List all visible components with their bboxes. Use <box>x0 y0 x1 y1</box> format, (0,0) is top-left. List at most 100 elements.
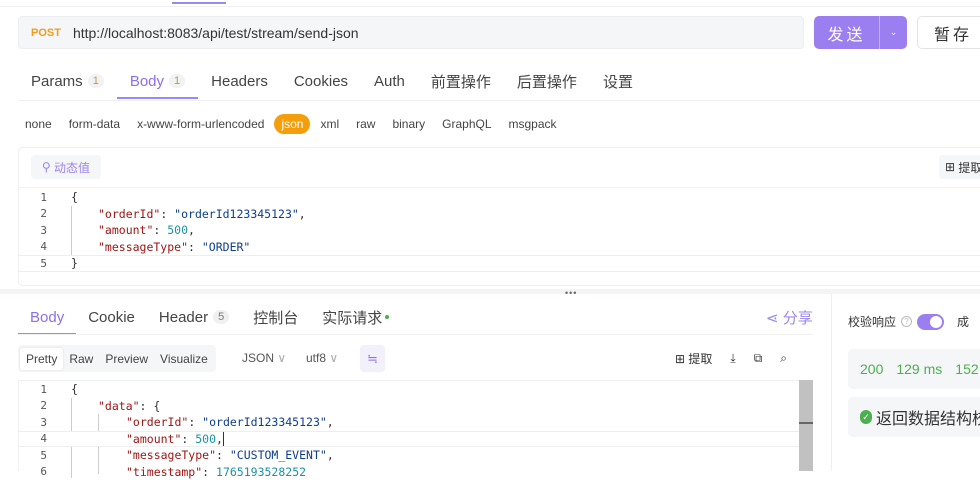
button-label: 分享 <box>783 310 813 327</box>
drag-handle-icon[interactable]: ••• <box>565 288 577 298</box>
check-circle-icon: ✓ <box>860 410 872 424</box>
view-visualize[interactable]: Visualize <box>154 348 214 370</box>
extract-button[interactable]: ⊞ 提取 <box>939 155 980 179</box>
response-toolbar: ⊞ 提取 ⤓ ⧉ ⌕ <box>675 350 787 367</box>
line-number: 2 <box>19 207 47 220</box>
count-badge: 1 <box>169 74 185 88</box>
validate-toggle[interactable] <box>917 314 944 330</box>
tab-response-cookie[interactable]: Cookie <box>76 300 147 334</box>
dynamic-value-button[interactable]: ⚲ 动态值 <box>31 155 101 179</box>
tab-auth[interactable]: Auth <box>361 64 418 98</box>
tab-console[interactable]: 控制台 <box>241 300 310 334</box>
json-value: "ORDER" <box>202 240 250 254</box>
body-type-form-data[interactable]: form-data <box>62 114 127 134</box>
tab-pre-ops[interactable]: 前置操作 <box>418 64 504 98</box>
chevron-down-icon: ∨ <box>277 351 286 365</box>
tab-body[interactable]: Body1 <box>117 64 198 98</box>
line-number: 4 <box>19 240 47 253</box>
wrap-lines-icon[interactable]: ≒ <box>360 345 385 372</box>
body-type-binary[interactable]: binary <box>385 114 432 134</box>
code-line: 1{ <box>19 189 980 206</box>
divider <box>18 100 980 101</box>
count-badge: 1 <box>88 74 104 88</box>
response-body-viewer[interactable]: 1{ 2"data": { 3"orderId": "orderId123345… <box>18 380 813 471</box>
share-button[interactable]: ⋖ 分享 <box>766 307 813 328</box>
divider <box>18 334 813 335</box>
line-number: 1 <box>19 383 47 396</box>
tab-cookies[interactable]: Cookies <box>281 64 361 98</box>
response-time: 129 ms <box>896 361 942 377</box>
code-line: 2"orderId": "orderId123345123", <box>19 206 980 223</box>
line-number: 1 <box>19 191 47 204</box>
divider <box>0 6 980 7</box>
body-type-none[interactable]: none <box>18 114 59 134</box>
view-mode-tabs: Pretty Raw Preview Visualize <box>18 345 216 372</box>
scrollbar[interactable] <box>799 380 813 471</box>
body-type-graphql[interactable]: GraphQL <box>435 114 498 134</box>
view-raw[interactable]: Raw <box>63 348 99 370</box>
json-key: "messageType" <box>126 448 216 462</box>
body-type-xml[interactable]: xml <box>313 114 346 134</box>
chevron-down-icon[interactable]: ⌄ <box>880 16 907 49</box>
json-key: "timestamp" <box>126 465 202 479</box>
code-text: } <box>71 256 78 270</box>
response-tabs: Body Cookie Header 5 控制台 实际请求 <box>18 300 401 334</box>
punct: , <box>327 448 334 462</box>
url-input[interactable]: http://localhost:8083/api/test/stream/se… <box>73 25 359 41</box>
search-icon[interactable]: ⌕ <box>780 351 787 366</box>
count-badge: 5 <box>213 310 229 324</box>
body-type-msgpack[interactable]: msgpack <box>502 114 564 134</box>
json-key: "amount" <box>126 432 181 446</box>
chevron-down-icon: ∨ <box>329 351 338 365</box>
format-select[interactable]: JSON ∨ <box>242 351 286 365</box>
body-type-raw[interactable]: raw <box>349 114 382 134</box>
copy-icon[interactable]: ⧉ <box>754 351 763 366</box>
tab-post-ops[interactable]: 后置操作 <box>504 64 590 98</box>
line-number: 4 <box>19 432 47 445</box>
encoding-select[interactable]: utf8 ∨ <box>306 351 338 365</box>
download-icon[interactable]: ⤓ <box>730 351 735 366</box>
line-number: 5 <box>19 257 47 270</box>
code-text: { <box>71 190 78 204</box>
body-type-urlencoded[interactable]: x-www-form-urlencoded <box>130 114 271 134</box>
code-line-current: 5} <box>19 255 980 272</box>
method-select[interactable]: POST <box>31 27 61 39</box>
response-stats: 200 129 ms 152 <box>848 349 980 389</box>
request-body-editor[interactable]: ⚲ 动态值 ⊞ 提取 1{ 2"orderId": "orderId123345… <box>18 147 980 286</box>
line-number: 3 <box>19 224 47 237</box>
validation-result: ✓ 返回数据结构校 <box>848 397 980 437</box>
tab-params[interactable]: Params 1 <box>18 64 117 98</box>
tab-label: Header <box>159 309 208 326</box>
json-value: 1765193528252 <box>216 465 306 479</box>
view-pretty[interactable]: Pretty <box>20 348 63 370</box>
tab-headers[interactable]: Headers <box>198 64 281 98</box>
button-label: 提取 <box>688 352 712 366</box>
line-number: 6 <box>19 465 47 478</box>
tab-response-header[interactable]: Header 5 <box>147 300 241 334</box>
json-key: "amount" <box>98 223 153 237</box>
view-preview[interactable]: Preview <box>99 348 154 370</box>
extract-icon: ⊞ <box>945 160 958 174</box>
help-icon[interactable]: ? <box>901 316 912 327</box>
tab-settings[interactable]: 设置 <box>590 64 646 98</box>
send-label[interactable]: 发送 <box>814 16 880 49</box>
code-line: 3"orderId": "orderId123345123", <box>19 414 812 431</box>
extract-button[interactable]: ⊞ 提取 <box>675 350 712 367</box>
tab-label: 实际请求 <box>322 307 382 328</box>
send-button[interactable]: 发送 ⌄ <box>814 16 907 49</box>
json-value: "CUSTOM_EVENT" <box>230 448 327 462</box>
line-number: 5 <box>19 449 47 462</box>
save-button[interactable]: 暂存 <box>917 16 980 49</box>
json-value: 500 <box>195 432 216 446</box>
body-type-json[interactable]: json <box>274 114 310 134</box>
code-line-current: 4"amount": 500, <box>19 431 812 448</box>
tab-response-body[interactable]: Body <box>18 300 76 334</box>
punct: , <box>188 223 195 237</box>
tab-label: Params <box>31 73 83 90</box>
code-line: 6"timestamp": 1765193528252 <box>19 464 812 480</box>
tab-actual-request[interactable]: 实际请求 <box>310 300 401 334</box>
url-bar[interactable]: POST http://localhost:8083/api/test/stre… <box>18 16 804 49</box>
select-value: JSON <box>242 351 274 365</box>
validate-label: 校验响应 <box>848 313 896 330</box>
button-label: 动态值 <box>54 159 90 176</box>
